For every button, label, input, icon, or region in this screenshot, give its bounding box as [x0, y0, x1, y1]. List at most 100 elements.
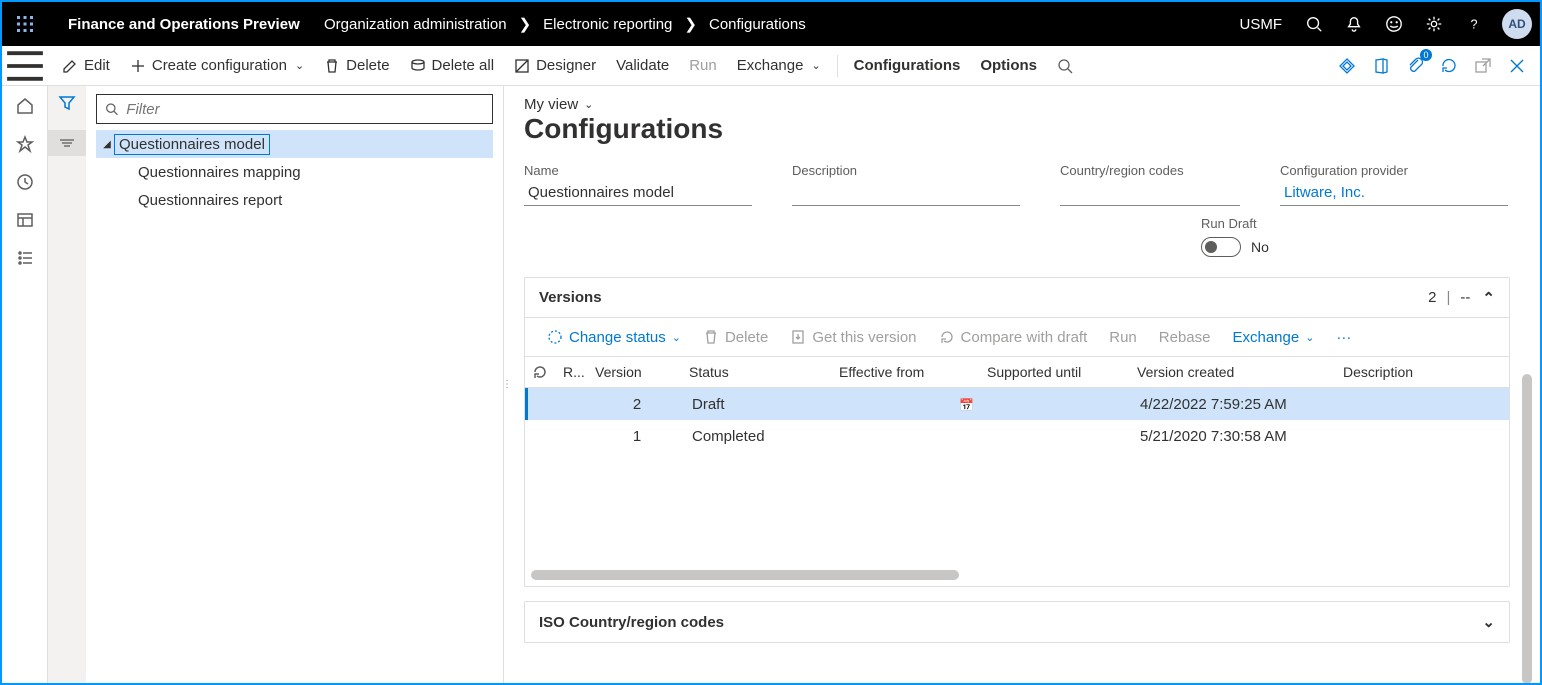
chevron-down-icon: ⌄ — [811, 59, 820, 72]
options-label: Options — [980, 57, 1037, 74]
breadcrumb-item[interactable]: Organization administration — [324, 16, 507, 33]
chevron-up-icon[interactable]: ⌃ — [1482, 289, 1495, 307]
run-draft-toggle[interactable]: No — [1201, 237, 1510, 257]
caret-down-icon[interactable]: ◢ — [100, 139, 114, 150]
close-icon[interactable] — [1502, 51, 1532, 81]
field-country: Country/region codes — [1060, 163, 1240, 206]
smile-icon[interactable] — [1374, 2, 1414, 46]
diamond-icon[interactable] — [1332, 51, 1362, 81]
app-title: Finance and Operations Preview — [48, 16, 324, 33]
left-rail — [2, 86, 48, 683]
tree-node-questionnaires-model[interactable]: ◢ Questionnaires model — [96, 130, 493, 158]
table-row[interactable]: 1 Completed 5/21/2020 7:30:58 AM — [525, 420, 1509, 452]
field-value[interactable] — [1060, 182, 1240, 206]
popout-icon[interactable] — [1468, 51, 1498, 81]
my-view-dropdown[interactable]: My view ⌄ — [524, 96, 1510, 113]
get-version-label: Get this version — [812, 329, 916, 346]
hamburger-icon[interactable] — [2, 46, 48, 86]
calendar-icon[interactable]: 📅 — [959, 398, 974, 412]
app-launcher-icon[interactable] — [2, 2, 48, 46]
delete-all-button[interactable]: Delete all — [400, 46, 505, 86]
designer-button[interactable]: Designer — [504, 46, 606, 86]
tree: ◢ Questionnaires model Questionnaires ma… — [96, 130, 493, 214]
column-r[interactable]: R... — [555, 364, 587, 380]
table-row[interactable]: 2 Draft 📅 4/22/2022 7:59:25 AM — [525, 388, 1509, 420]
version-delete-label: Delete — [725, 329, 768, 346]
modules-icon[interactable] — [2, 240, 48, 276]
change-status-button[interactable]: Change status ⌄ — [537, 321, 691, 353]
tree-node-label: Questionnaires mapping — [134, 163, 305, 182]
iso-title: ISO Country/region codes — [539, 614, 724, 631]
field-value-link[interactable]: Litware, Inc. — [1280, 182, 1508, 206]
chevron-down-icon: ⌄ — [672, 331, 681, 344]
funnel-icon[interactable] — [58, 94, 76, 683]
create-configuration-button[interactable]: Create configuration ⌄ — [120, 46, 314, 86]
search-icon[interactable] — [1294, 2, 1334, 46]
iso-header[interactable]: ISO Country/region codes ⌄ — [525, 602, 1509, 642]
delete-button[interactable]: Delete — [314, 46, 399, 86]
gear-icon[interactable] — [1414, 2, 1454, 46]
version-exchange-button[interactable]: Exchange ⌄ — [1222, 321, 1324, 353]
star-icon[interactable] — [2, 126, 48, 162]
lines-icon[interactable] — [48, 130, 86, 156]
column-supported[interactable]: Supported until — [979, 364, 1129, 380]
home-icon[interactable] — [2, 88, 48, 124]
tree-node-label: Questionnaires report — [134, 191, 286, 210]
field-value[interactable] — [792, 182, 1020, 206]
chevron-down-icon[interactable]: ⌄ — [1482, 613, 1495, 631]
column-version[interactable]: Version — [587, 364, 681, 380]
rebase-button: Rebase — [1149, 321, 1221, 353]
help-icon[interactable]: ? — [1454, 2, 1494, 46]
my-view-label: My view — [524, 96, 578, 113]
search-action[interactable] — [1047, 46, 1083, 86]
delete-all-label: Delete all — [432, 57, 495, 74]
cell-status: Completed — [684, 428, 834, 445]
page-title: Configurations — [524, 113, 1510, 145]
action-bar: Edit Create configuration ⌄ Delete Delet… — [2, 46, 1540, 86]
tree-filter-box[interactable] — [96, 94, 493, 124]
tree-filter-input[interactable] — [124, 100, 484, 119]
versions-header[interactable]: Versions 2 | -- ⌃ — [525, 278, 1509, 318]
configurations-tab[interactable]: Configurations — [844, 46, 971, 86]
edit-label: Edit — [84, 57, 110, 74]
field-value[interactable]: Questionnaires model — [524, 182, 752, 206]
filter-strip — [48, 86, 86, 683]
clock-icon[interactable] — [2, 164, 48, 200]
office-icon[interactable] — [1366, 51, 1396, 81]
tree-node-label: Questionnaires model — [114, 134, 270, 155]
get-version-button: Get this version — [780, 321, 926, 353]
top-bar: Finance and Operations Preview Organizat… — [2, 2, 1540, 46]
cell-created: 4/22/2022 7:59:25 AM — [1132, 396, 1338, 413]
workspaces-icon[interactable] — [2, 202, 48, 238]
versions-title: Versions — [539, 289, 602, 306]
attachment-count: 0 — [1420, 49, 1432, 61]
refresh-column-icon[interactable] — [525, 365, 555, 379]
tree-node-questionnaires-mapping[interactable]: Questionnaires mapping — [96, 158, 493, 186]
column-status[interactable]: Status — [681, 364, 831, 380]
breadcrumb-item[interactable]: Electronic reporting — [543, 16, 672, 33]
field-label: Configuration provider — [1280, 163, 1508, 178]
tree-node-questionnaires-report[interactable]: Questionnaires report — [96, 186, 493, 214]
column-created[interactable]: Version created — [1129, 364, 1335, 380]
avatar[interactable]: AD — [1502, 9, 1532, 39]
validate-button[interactable]: Validate — [606, 46, 679, 86]
run-draft-label: Run Draft — [1201, 216, 1510, 231]
run-label: Run — [689, 57, 717, 74]
vertical-scrollbar[interactable] — [1522, 374, 1532, 683]
exchange-button[interactable]: Exchange ⌄ — [727, 46, 831, 86]
breadcrumb-item[interactable]: Configurations — [709, 16, 806, 33]
field-description: Description — [792, 163, 1020, 206]
versions-count: 2 — [1428, 289, 1436, 306]
horizontal-scrollbar[interactable] — [531, 570, 1503, 580]
cell-created: 5/21/2020 7:30:58 AM — [1132, 428, 1338, 445]
chevron-down-icon: ⌄ — [295, 59, 304, 72]
attachments-icon[interactable]: 0 — [1400, 51, 1430, 81]
refresh-icon[interactable] — [1434, 51, 1464, 81]
company-code[interactable]: USMF — [1228, 16, 1295, 33]
column-effective[interactable]: Effective from — [831, 364, 979, 380]
options-tab[interactable]: Options — [970, 46, 1047, 86]
more-button[interactable]: ··· — [1326, 321, 1361, 353]
column-description[interactable]: Description — [1335, 364, 1465, 380]
edit-button[interactable]: Edit — [52, 46, 120, 86]
bell-icon[interactable] — [1334, 2, 1374, 46]
